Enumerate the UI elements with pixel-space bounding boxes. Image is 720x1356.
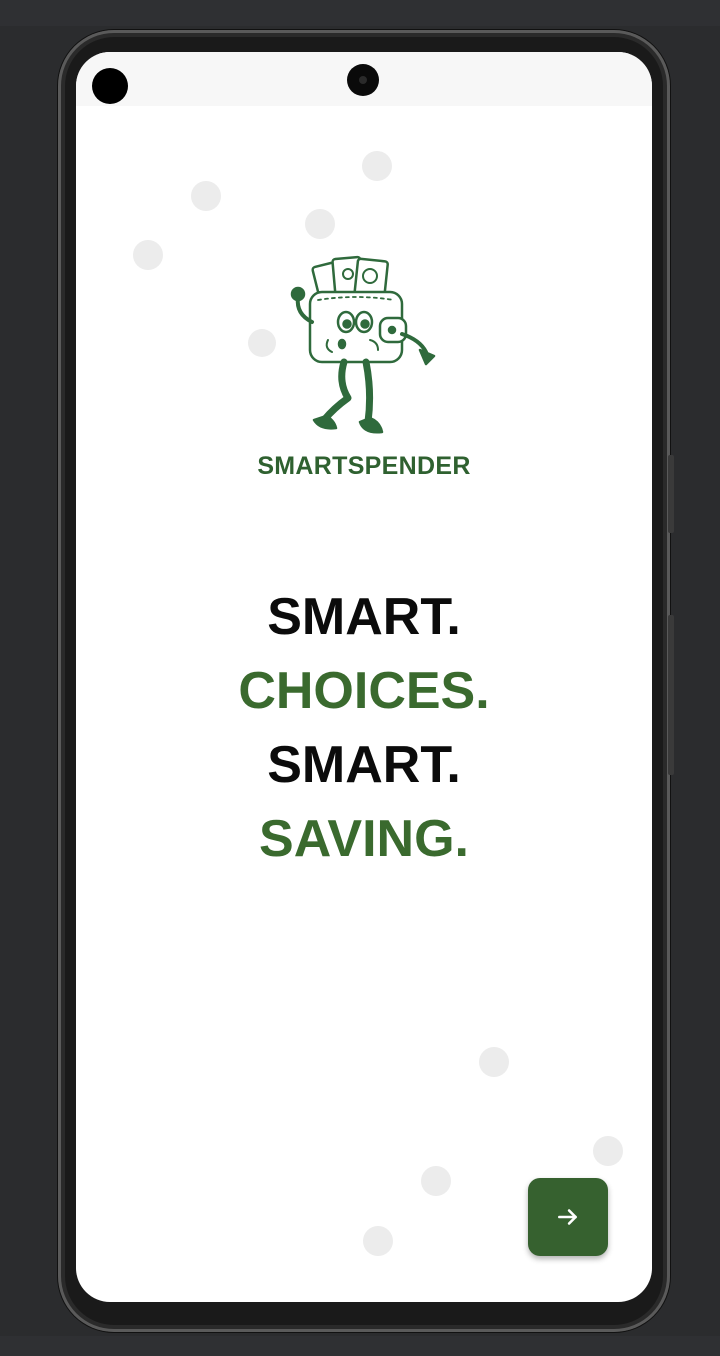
wallet-mascot-icon <box>290 255 436 434</box>
next-button[interactable] <box>528 1178 608 1256</box>
decorative-bubble <box>305 209 335 239</box>
decorative-bubble <box>133 240 163 270</box>
decorative-bubble <box>421 1166 451 1196</box>
decorative-bubble <box>362 151 392 181</box>
tagline: SMART. CHOICES. SMART. SAVING. <box>76 580 652 876</box>
volume-button[interactable] <box>668 455 674 533</box>
power-button[interactable] <box>668 615 674 775</box>
tagline-line-4: SAVING. <box>259 810 469 868</box>
emulator-top-bar <box>0 0 720 26</box>
decorative-bubble <box>248 329 276 357</box>
decorative-bubble <box>593 1136 623 1166</box>
tagline-line-1: SMART. <box>267 588 461 646</box>
tagline-line-3: SMART. <box>267 736 461 794</box>
arrow-right-icon <box>558 1209 577 1225</box>
decorative-bubble <box>191 181 221 211</box>
decorative-bubble <box>479 1047 509 1077</box>
tagline-line-2: CHOICES. <box>238 662 490 720</box>
front-camera <box>347 64 379 96</box>
app-screen: SMARTSPENDER SMART. CHOICES. SMART. SAVI… <box>76 52 652 1302</box>
brand-name: SMARTSPENDER <box>257 452 471 480</box>
camera-cutout-left <box>92 68 128 104</box>
decorative-bubble <box>363 1226 393 1256</box>
emulator-bottom-bar <box>0 1336 720 1356</box>
